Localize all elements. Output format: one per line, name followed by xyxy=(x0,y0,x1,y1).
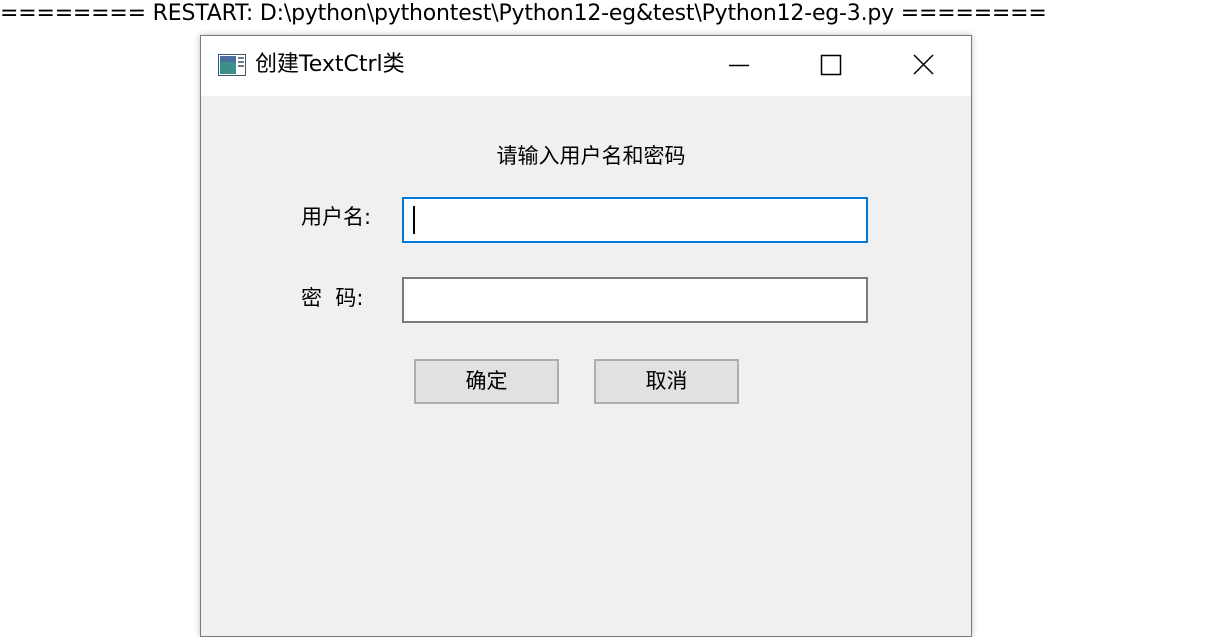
maximize-button[interactable] xyxy=(785,36,877,96)
maximize-icon xyxy=(820,54,842,76)
username-input[interactable] xyxy=(402,197,868,243)
password-input[interactable] xyxy=(402,277,868,323)
text-caret xyxy=(413,206,415,234)
title-bar[interactable]: 创建TextCtrl类 xyxy=(201,36,971,96)
app-window-icon xyxy=(218,54,246,76)
ok-button[interactable]: 确定 xyxy=(414,359,559,404)
shell-restart-line: ======== RESTART: D:\python\pythontest\P… xyxy=(0,1,1047,26)
password-label: 密 码: xyxy=(301,286,364,310)
minimize-button[interactable] xyxy=(693,36,785,96)
form-heading: 请输入用户名和密码 xyxy=(496,144,686,168)
username-label: 用户名: xyxy=(301,205,372,229)
minimize-icon xyxy=(729,64,749,67)
cancel-button[interactable]: 取消 xyxy=(594,359,739,404)
close-button[interactable] xyxy=(877,36,969,96)
app-window: 创建TextCtrl类 请输入用户名和密码 用户名: 密 码: 确定 取消 xyxy=(200,35,972,637)
window-title: 创建TextCtrl类 xyxy=(255,52,405,77)
close-icon xyxy=(913,54,934,75)
